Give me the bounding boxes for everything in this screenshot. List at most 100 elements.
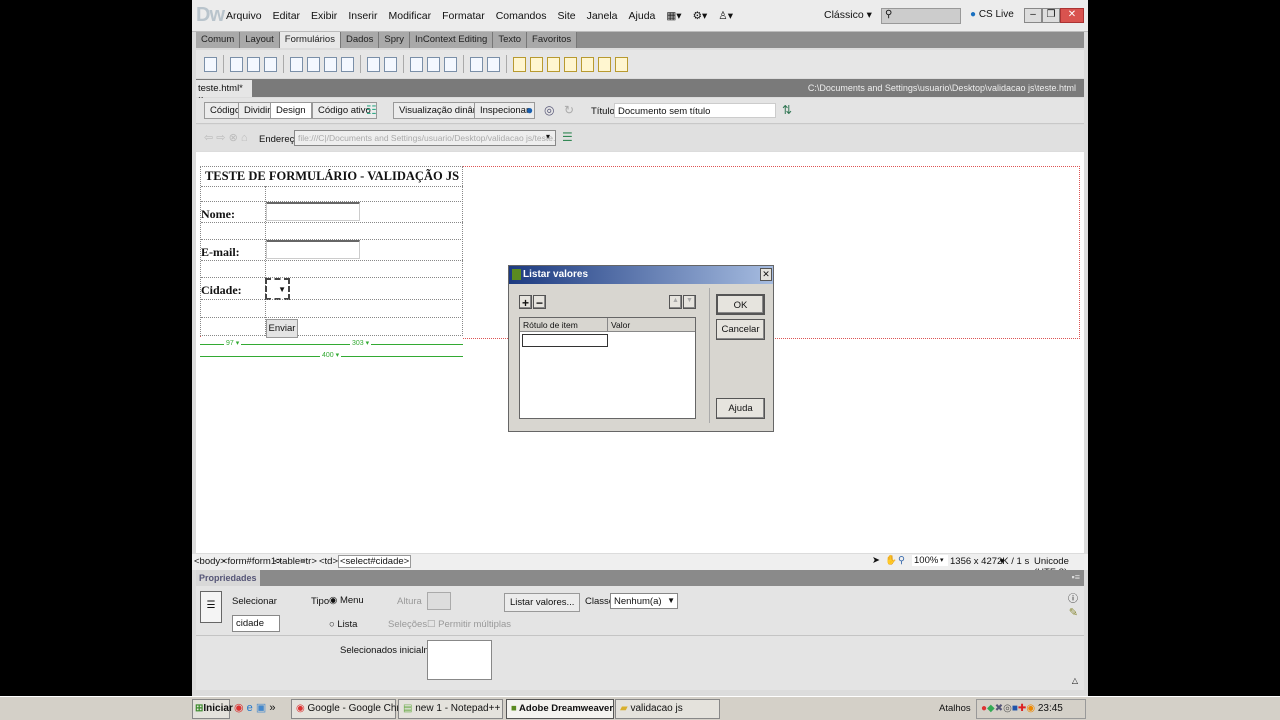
tag-form[interactable]: <form#form1> <box>222 556 282 567</box>
hidden-field-icon[interactable] <box>247 56 260 72</box>
tray-icon[interactable]: ◉ <box>1026 703 1035 714</box>
tab-favoritos[interactable]: Favoritos <box>527 32 578 48</box>
button-icon[interactable] <box>444 56 457 72</box>
design-view-button[interactable]: Design <box>270 102 312 119</box>
form-icon[interactable] <box>204 56 217 72</box>
start-button[interactable]: ⊞Iniciar <box>192 699 233 719</box>
refresh-design-icon[interactable]: ◎ <box>544 103 554 117</box>
text-field-icon[interactable] <box>230 56 243 72</box>
file-management-icon[interactable]: ⇅ <box>782 103 792 117</box>
refresh-icon[interactable]: ↻ <box>564 103 574 117</box>
search-input[interactable]: ⚲ <box>881 8 961 24</box>
remove-item-button[interactable]: − <box>533 295 546 310</box>
menu-site[interactable]: Site <box>557 10 575 22</box>
ok-button[interactable]: OK <box>716 294 765 315</box>
zoom-tool-icon[interactable]: ⚲ <box>898 555 905 566</box>
tab-incontext[interactable]: InContext Editing <box>409 32 494 48</box>
spry-select-icon[interactable] <box>564 56 577 72</box>
pointer-tool-icon[interactable]: ➤ <box>872 555 880 566</box>
minimize-button[interactable]: – <box>1024 8 1042 23</box>
spry-radio-icon[interactable] <box>615 56 628 72</box>
desktop-icon[interactable]: ▣ <box>256 702 266 714</box>
spry-password-icon[interactable] <box>581 56 594 72</box>
item-label-editor[interactable] <box>522 334 608 347</box>
tab-spry[interactable]: Spry <box>379 32 410 48</box>
col-item-label[interactable]: Rótulo de item <box>520 318 608 332</box>
tag-body[interactable]: <body> <box>194 556 226 567</box>
panel-menu-icon[interactable]: ▪≡ <box>1072 572 1080 582</box>
menu-editar[interactable]: Editar <box>273 10 300 22</box>
chrome-icon[interactable]: ◉ <box>234 702 244 714</box>
move-down-button[interactable]: ▼ <box>683 295 696 309</box>
nome-input[interactable] <box>266 202 360 221</box>
task-chrome[interactable]: ◉ Google - Google Chrome <box>291 699 419 719</box>
spry-checkbox-icon[interactable] <box>547 56 560 72</box>
layout-icon[interactable]: ▦▾ <box>666 10 681 22</box>
properties-tab[interactable]: Propriedades <box>196 570 260 586</box>
dialog-close-button[interactable]: ✕ <box>760 268 772 281</box>
collapse-icon[interactable]: △ <box>1072 676 1078 685</box>
classe-select[interactable]: Nenhum(a) ▼ <box>610 593 678 609</box>
menu-exibir[interactable]: Exibir <box>311 10 337 22</box>
browser-compat-icon[interactable]: ☷ <box>366 103 377 117</box>
menu-formatar[interactable]: Formatar <box>442 10 485 22</box>
hand-tool-icon[interactable]: ✋ <box>885 555 897 566</box>
list-values-button[interactable]: Listar valores... <box>504 593 581 612</box>
menu-modificar[interactable]: Modificar <box>389 10 432 22</box>
tab-dados[interactable]: Dados <box>340 32 380 48</box>
more-icon[interactable]: » <box>269 702 275 714</box>
spry-textarea-icon[interactable] <box>530 56 543 72</box>
move-up-button[interactable]: ▲ <box>669 295 682 309</box>
enviar-button[interactable]: Enviar <box>266 319 298 338</box>
tab-formularios[interactable]: Formulários <box>279 32 341 48</box>
site-icon[interactable]: ♙▾ <box>718 10 733 22</box>
restore-button[interactable]: ❐ <box>1042 8 1060 23</box>
stop-icon[interactable]: ⊗ <box>229 132 238 144</box>
ie-icon[interactable]: e <box>247 702 253 714</box>
help-icon[interactable]: ⓘ <box>1068 590 1078 605</box>
tag-td[interactable]: <td> <box>319 556 338 567</box>
task-folder[interactable]: ▰ validacao js <box>615 699 720 719</box>
fieldset-icon[interactable] <box>487 56 500 72</box>
checkbox-group-icon[interactable] <box>307 56 320 72</box>
select-icon[interactable] <box>367 56 380 72</box>
close-button[interactable]: ✕ <box>1060 8 1084 23</box>
cancel-button[interactable]: Cancelar <box>716 319 765 340</box>
options-icon[interactable]: ☰ <box>562 130 573 144</box>
col-value[interactable]: Valor <box>608 318 695 332</box>
help-button[interactable]: Ajuda <box>716 398 765 419</box>
email-input[interactable] <box>266 240 360 259</box>
table-width[interactable]: 400 ▾ <box>320 351 342 359</box>
tray-icon[interactable]: ◎ <box>1003 703 1012 714</box>
menu-inserir[interactable]: Inserir <box>348 10 377 22</box>
tag-tr[interactable]: <tr> <box>300 556 317 567</box>
cidade-select[interactable]: ▼ <box>265 278 290 300</box>
tag-select[interactable]: <select#cidade> <box>338 555 412 568</box>
tab-comum[interactable]: Comum <box>196 32 241 48</box>
forward-icon[interactable]: ⇨ <box>216 132 225 144</box>
zoom-dropdown-icon[interactable]: ▾ <box>940 556 944 564</box>
tab-layout[interactable]: Layout <box>240 32 280 48</box>
initial-selected-list[interactable] <box>427 640 492 680</box>
title-input[interactable]: Documento sem título <box>614 103 776 118</box>
preview-globe-icon[interactable]: ● <box>526 103 533 117</box>
gear-icon[interactable]: ⚙▾ <box>693 10 708 22</box>
back-icon[interactable]: ⇦ <box>204 132 213 144</box>
add-item-button[interactable]: + <box>519 295 532 310</box>
address-dropdown-icon[interactable]: ▾ <box>546 132 550 141</box>
image-field-icon[interactable] <box>410 56 423 72</box>
address-input[interactable]: file:///C|/Documents and Settings/usuari… <box>294 130 556 146</box>
menu-radio[interactable]: ◉ Menu <box>329 595 364 606</box>
task-dreamweaver[interactable]: ■ Adobe Dreamweaver ... <box>506 699 624 719</box>
shortcuts-label[interactable]: Atalhos <box>939 703 971 714</box>
menu-janela[interactable]: Janela <box>587 10 618 22</box>
lista-radio[interactable]: ○ Lista <box>329 619 357 630</box>
menu-ajuda[interactable]: Ajuda <box>629 10 656 22</box>
workspace-switcher[interactable]: Clássico ▾ <box>824 9 872 21</box>
col1-width[interactable]: 97 ▾ <box>224 339 242 347</box>
home-icon[interactable]: ⌂ <box>241 132 248 144</box>
checkbox-icon[interactable] <box>290 56 303 72</box>
menu-arquivo[interactable]: Arquivo <box>226 10 262 22</box>
doc-tab[interactable]: teste.html* × <box>196 80 252 105</box>
network-icon[interactable]: ✖ <box>995 703 1003 714</box>
